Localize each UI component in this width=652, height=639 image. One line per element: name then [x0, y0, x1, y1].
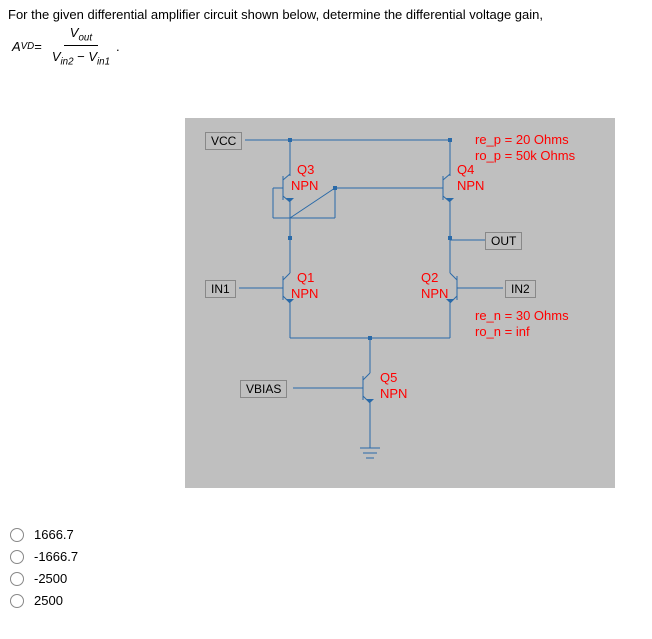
param-ro-n: ro_n = inf	[475, 324, 530, 339]
radio-icon[interactable]	[10, 572, 24, 586]
option-4[interactable]: 2500	[10, 593, 78, 608]
radio-icon[interactable]	[10, 594, 24, 608]
answer-options: 1666.7 -1666.7 -2500 2500	[10, 520, 78, 615]
q3-name: Q3	[297, 162, 314, 177]
question-text: For the given differential amplifier cir…	[0, 0, 652, 70]
option-label: 2500	[34, 593, 63, 608]
option-label: -2500	[34, 571, 67, 586]
option-2[interactable]: -1666.7	[10, 549, 78, 564]
port-in2: IN2	[505, 280, 536, 298]
fraction-numerator: Vout	[64, 24, 98, 46]
port-vcc: VCC	[205, 132, 242, 150]
param-ro-p: ro_p = 50k Ohms	[475, 148, 575, 163]
option-label: -1666.7	[34, 549, 78, 564]
radio-icon[interactable]	[10, 550, 24, 564]
port-in1: IN1	[205, 280, 236, 298]
option-1[interactable]: 1666.7	[10, 527, 78, 542]
q2-type: NPN	[421, 286, 448, 301]
fraction-denominator: Vin2 − Vin1	[46, 46, 116, 69]
param-re-n: re_n = 30 Ohms	[475, 308, 569, 323]
q2-name: Q2	[421, 270, 438, 285]
circuit-schematic: VCC IN1 IN2 OUT VBIAS Q3 NPN Q4 NPN Q1 N…	[185, 118, 615, 488]
q4-type: NPN	[457, 178, 484, 193]
schematic-svg	[185, 118, 615, 488]
param-re-p: re_p = 20 Ohms	[475, 132, 569, 147]
fraction: Vout Vin2 − Vin1	[46, 24, 116, 69]
q5-name: Q5	[380, 370, 397, 385]
option-label: 1666.7	[34, 527, 74, 542]
port-vbias: VBIAS	[240, 380, 287, 398]
q4-name: Q4	[457, 162, 474, 177]
question-sentence: For the given differential amplifier cir…	[8, 6, 543, 24]
port-out: OUT	[485, 232, 522, 250]
q1-name: Q1	[297, 270, 314, 285]
q5-type: NPN	[380, 386, 407, 401]
option-3[interactable]: -2500	[10, 571, 78, 586]
q3-type: NPN	[291, 178, 318, 193]
q1-type: NPN	[291, 286, 318, 301]
radio-icon[interactable]	[10, 528, 24, 542]
gain-formula: A VD = Vout Vin2 − Vin1 .	[12, 24, 120, 69]
